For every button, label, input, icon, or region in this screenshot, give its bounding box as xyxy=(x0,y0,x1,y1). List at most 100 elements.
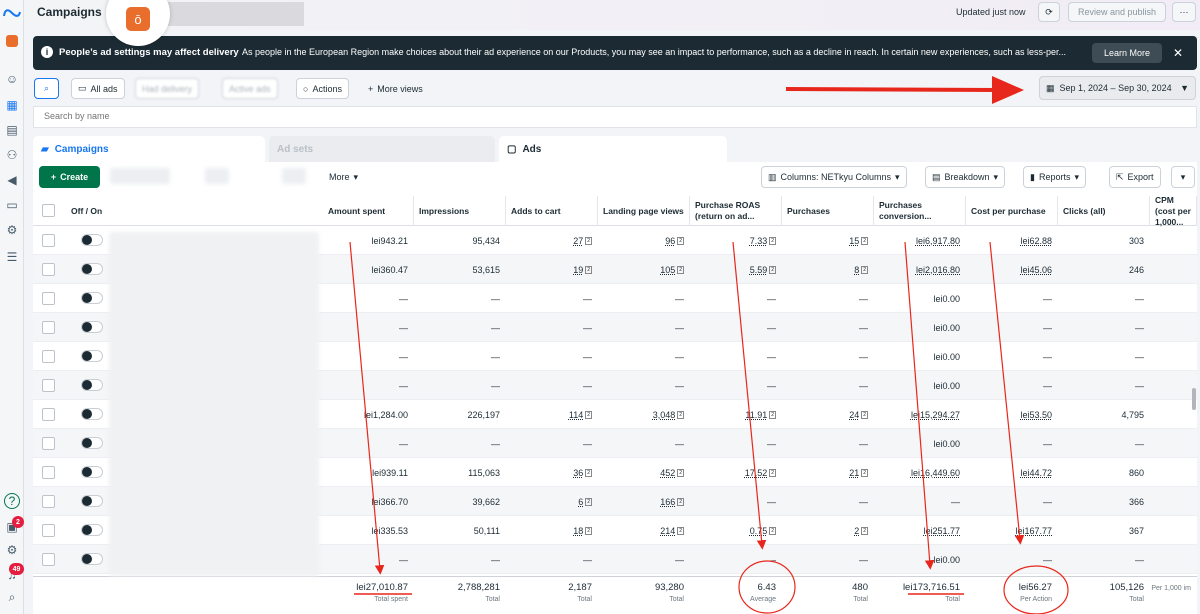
search-icon: ⌕ xyxy=(43,83,50,93)
pages-icon[interactable]: ▤ xyxy=(3,121,21,139)
events-icon[interactable]: ⚙ xyxy=(3,221,21,239)
cell-value[interactable]: lei6,917.80 xyxy=(916,236,960,246)
more-button[interactable]: More ▾ xyxy=(323,166,365,188)
cell-value[interactable]: 0.75 xyxy=(750,526,768,536)
menu-icon[interactable]: ☰ xyxy=(3,248,21,266)
plus-icon: + xyxy=(368,83,374,94)
cell-value[interactable]: lei53.50 xyxy=(1020,410,1052,420)
search-input[interactable] xyxy=(44,111,244,121)
cell-value[interactable]: 27 xyxy=(573,236,583,246)
cell-value: lei1,284.00 xyxy=(363,409,408,420)
tab-campaigns[interactable]: ▰ Campaigns xyxy=(33,136,265,163)
cell-value[interactable]: lei0.00 xyxy=(933,555,960,565)
campaigns-megaphone-icon[interactable]: ◀ xyxy=(3,171,21,189)
search-icon[interactable]: ⌕ xyxy=(3,588,21,606)
table-cell: — xyxy=(323,545,414,574)
account-logo-icon[interactable] xyxy=(3,32,21,50)
columns-button[interactable]: ▥ Columns: NETkyu Columns ▾ xyxy=(761,166,907,188)
cell-value[interactable]: lei167.77 xyxy=(1015,526,1052,536)
column-header[interactable]: Clicks (all) xyxy=(1058,196,1150,226)
reports-label: Reports xyxy=(1038,172,1071,182)
cell-value[interactable]: 19 xyxy=(573,265,583,275)
tab-ad-sets[interactable]: Ad sets xyxy=(269,136,495,163)
audiences-icon[interactable]: ⚇ xyxy=(3,146,21,164)
actions-button[interactable]: ○ Actions xyxy=(296,78,349,99)
date-range-picker[interactable]: ▦ Sep 1, 2024 – Sep 30, 2024 ▼ xyxy=(1039,76,1196,100)
ads-manager-table-icon[interactable]: ▦ xyxy=(3,96,21,114)
cell-value[interactable]: 3,048 xyxy=(653,410,676,420)
cell-value[interactable]: 8 xyxy=(854,265,859,275)
had-delivery-button[interactable]: Had delivery xyxy=(135,78,200,99)
cell-value[interactable]: 96 xyxy=(665,236,675,246)
cell-value[interactable]: 2 xyxy=(854,526,859,536)
cell-value[interactable]: lei0.00 xyxy=(933,439,960,449)
more-views-button[interactable]: + More views xyxy=(362,78,429,99)
cell-value[interactable]: 11.91 xyxy=(745,410,767,420)
export-button[interactable]: ⇱ Export xyxy=(1109,166,1161,188)
vertical-scrollbar[interactable] xyxy=(1192,388,1196,410)
cell-value[interactable]: lei45.06 xyxy=(1020,265,1052,275)
create-button[interactable]: + Create xyxy=(39,166,100,188)
table-cell: — xyxy=(1058,371,1150,400)
attribution-icon: 2 xyxy=(861,410,868,419)
left-rail: ☺ ▦ ▤ ⚇ ◀ ▭ ⚙ ☰ ? ▣ 2 ⚙ ♫ 49 ⌕ xyxy=(0,0,24,614)
column-header[interactable]: Landing page views xyxy=(598,196,690,226)
column-header[interactable]: Purchase ROAS (return on ad... xyxy=(690,196,782,226)
active-ads-button[interactable]: Active ads xyxy=(222,78,278,99)
cell-value[interactable]: lei0.00 xyxy=(933,352,960,362)
reports-button[interactable]: ▮ Reports ▾ xyxy=(1023,166,1086,188)
cell-value[interactable]: lei15,294.27 xyxy=(911,410,960,420)
cell-value[interactable]: 214 xyxy=(660,526,675,536)
cell-value[interactable]: 24 xyxy=(849,410,859,420)
learn-more-button[interactable]: Learn More xyxy=(1092,43,1162,63)
cell-value[interactable]: 17.52 xyxy=(745,468,768,478)
cell-value[interactable]: 5.59 xyxy=(750,265,768,275)
cell-value[interactable]: 452 xyxy=(660,468,675,478)
table-cell: — xyxy=(1058,545,1150,574)
cell-value[interactable]: 36 xyxy=(573,468,583,478)
column-header[interactable]: CPM (cost per 1,000... xyxy=(1150,195,1197,227)
more-options-button[interactable]: ··· xyxy=(1172,2,1196,22)
cell-value: — xyxy=(491,438,500,449)
cell-value[interactable]: lei44.72 xyxy=(1020,468,1052,478)
cell-value[interactable]: lei0.00 xyxy=(933,294,960,304)
column-header[interactable]: Purchases conversion... xyxy=(874,196,966,226)
cell-value[interactable]: 18 xyxy=(573,526,583,536)
cell-value[interactable]: 166 xyxy=(660,497,675,507)
billing-icon[interactable]: ▭ xyxy=(3,196,21,214)
attribution-icon: 2 xyxy=(677,265,684,274)
cell-value[interactable]: 7.33 xyxy=(750,236,768,246)
attribution-icon: 2 xyxy=(677,526,684,535)
banner-close-icon[interactable]: ✕ xyxy=(1170,45,1186,61)
breakdown-button[interactable]: ▤ Breakdown ▾ xyxy=(925,166,1006,188)
tab-ads[interactable]: ▢ Ads xyxy=(499,136,727,163)
cell-value[interactable]: 6 xyxy=(578,497,583,507)
cell-value[interactable]: lei62.88 xyxy=(1020,236,1052,246)
attribution-icon: 2 xyxy=(769,410,776,419)
cell-value[interactable]: 21 xyxy=(849,468,859,478)
cell-value[interactable]: lei16,449.60 xyxy=(911,468,960,478)
cell-value: 366 xyxy=(1128,496,1144,507)
cell-value[interactable]: 114 xyxy=(569,410,583,420)
export-options-button[interactable]: ▾ xyxy=(1171,166,1195,188)
meta-logo-icon[interactable] xyxy=(3,4,21,22)
cell-value[interactable]: 15 xyxy=(849,236,859,246)
cell-value[interactable]: lei251.77 xyxy=(923,526,960,536)
search-toggle-button[interactable]: ⌕ xyxy=(34,78,59,99)
column-header[interactable]: Amount spent xyxy=(323,196,414,226)
help-icon[interactable]: ? xyxy=(4,493,20,509)
refresh-button[interactable]: ⟳ xyxy=(1038,2,1060,22)
column-header[interactable]: Adds to cart xyxy=(506,196,598,226)
all-ads-button[interactable]: ▭ All ads xyxy=(71,78,125,99)
review-publish-button[interactable]: Review and publish xyxy=(1068,2,1166,22)
cell-value[interactable]: lei0.00 xyxy=(933,381,960,391)
dashboard-icon[interactable]: ☺ xyxy=(3,70,21,88)
column-header[interactable]: Impressions xyxy=(414,196,506,226)
cell-value: — xyxy=(675,293,684,304)
cell-value[interactable]: 105 xyxy=(660,265,675,275)
column-header[interactable]: Cost per purchase xyxy=(966,196,1058,226)
cell-value[interactable]: lei0.00 xyxy=(933,323,960,333)
cell-value[interactable]: lei2,016.80 xyxy=(916,265,960,275)
settings-gear-icon[interactable]: ⚙ xyxy=(3,541,21,559)
column-header[interactable]: Purchases xyxy=(782,196,874,226)
